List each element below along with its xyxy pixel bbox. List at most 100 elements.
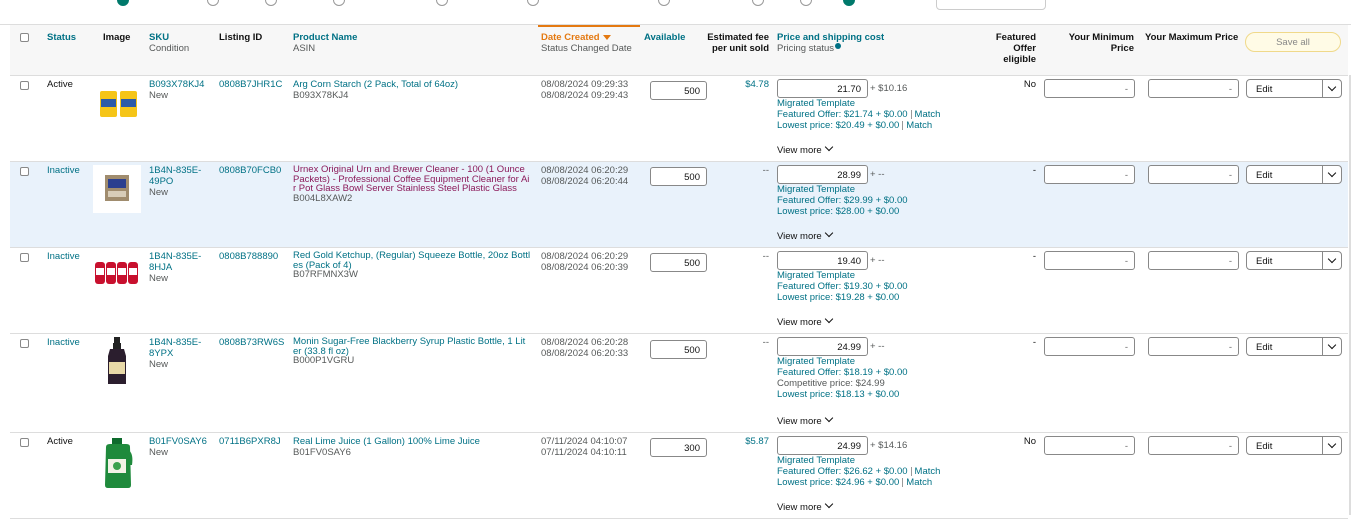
row-checkbox[interactable] <box>20 253 29 262</box>
row-status[interactable]: Inactive <box>47 251 80 262</box>
product-name-link[interactable]: Real Lime Juice (1 Gallon) 100% Lime Jui… <box>293 436 538 447</box>
info-icon[interactable] <box>835 43 842 49</box>
syrup-bottle-image[interactable] <box>97 336 137 386</box>
sku-link[interactable]: 1B4N-835E- <box>149 251 201 262</box>
sku-link-line2[interactable]: 8YPX <box>149 348 201 359</box>
filter-radio[interactable] <box>117 0 129 6</box>
status-changed-date: 08/08/2024 06:20:39 <box>541 262 629 273</box>
edit-dropdown-button[interactable]: Edit <box>1246 79 1342 98</box>
price-input[interactable]: 28.99 <box>777 165 868 184</box>
available-input[interactable]: 500 <box>650 81 707 100</box>
estimated-fee-link[interactable]: $4.78 <box>700 79 769 90</box>
row-listing-id[interactable]: 0808B73RW6S <box>219 337 284 348</box>
header-price[interactable]: Price and shipping cost Pricing status <box>777 32 884 54</box>
view-more-link[interactable]: View more <box>777 413 833 427</box>
view-more-link[interactable]: View more <box>777 228 833 242</box>
featured-offer-price: Featured Offer: $21.74 + $0.00 <box>777 109 908 120</box>
row-checkbox[interactable] <box>20 167 29 176</box>
urnex-cleaner-image[interactable] <box>93 165 141 213</box>
save-all-button[interactable]: Save all <box>1245 32 1341 52</box>
edit-dropdown-button[interactable]: Edit <box>1246 436 1342 455</box>
row-checkbox[interactable] <box>20 339 29 348</box>
select-all-checkbox[interactable] <box>20 33 29 42</box>
price-input[interactable]: 24.99 <box>777 337 868 356</box>
template-link[interactable]: Migrated Template <box>777 455 940 466</box>
chevron-down-icon[interactable] <box>1327 340 1337 350</box>
row-listing-id[interactable]: 0711B6PXR8J <box>219 436 281 447</box>
edit-dropdown-button[interactable]: Edit <box>1246 337 1342 356</box>
chevron-down-icon[interactable] <box>1327 254 1337 264</box>
row-status: Active <box>47 79 73 90</box>
match-featured-link[interactable]: Match <box>915 109 941 120</box>
product-name-link[interactable]: Arg Corn Starch (2 Pack, Total of 64oz) <box>293 79 538 90</box>
filter-radio[interactable] <box>527 0 539 6</box>
row-checkbox[interactable] <box>20 438 29 447</box>
filter-radio[interactable] <box>436 0 448 6</box>
sku-link-line2[interactable]: 49PO <box>149 176 201 187</box>
estimated-fee: -- <box>762 337 769 348</box>
header-status[interactable]: Status <box>47 32 76 43</box>
view-more-link[interactable]: View more <box>777 142 833 156</box>
edit-dropdown-button[interactable]: Edit <box>1246 251 1342 270</box>
header-date-created[interactable]: Date Created Status Changed Date <box>541 32 632 54</box>
max-price-input[interactable]: - <box>1148 251 1239 270</box>
available-input[interactable]: 300 <box>650 438 707 457</box>
view-more-link[interactable]: View more <box>777 314 833 328</box>
row-listing-id[interactable]: 0808B7JHR1C <box>219 79 282 90</box>
filter-radio[interactable] <box>658 0 670 6</box>
filter-radio[interactable] <box>265 0 277 6</box>
price-input[interactable]: 19.40 <box>777 251 868 270</box>
additional-filters-button[interactable] <box>936 0 1046 10</box>
price-input[interactable]: 24.99 <box>777 436 868 455</box>
sku-link-line2[interactable]: 8HJA <box>149 262 201 273</box>
max-price-input[interactable]: - <box>1148 79 1239 98</box>
template-link[interactable]: Migrated Template <box>777 98 940 109</box>
sku-link[interactable]: 1B4N-835E- <box>149 165 201 176</box>
match-lowest-link[interactable]: Match <box>906 120 932 131</box>
template-link[interactable]: Migrated Template <box>777 356 908 367</box>
row-condition: New <box>149 273 169 284</box>
template-link[interactable]: Migrated Template <box>777 270 908 281</box>
row-status[interactable]: Inactive <box>47 337 80 348</box>
filter-radio[interactable] <box>843 0 855 6</box>
row-listing-id[interactable]: 0808B70FCB0 <box>219 165 281 176</box>
min-price-input[interactable]: - <box>1044 251 1135 270</box>
header-sku[interactable]: SKU Condition <box>149 32 189 54</box>
ketchup-image[interactable] <box>93 254 141 294</box>
header-available[interactable]: Available <box>644 32 685 43</box>
max-price-input[interactable]: - <box>1148 436 1239 455</box>
sku-link[interactable]: B01FV0SAY6 <box>149 436 207 447</box>
filter-radio[interactable] <box>333 0 345 6</box>
row-status[interactable]: Inactive <box>47 165 80 176</box>
view-more-link[interactable]: View more <box>777 499 833 513</box>
chevron-down-icon[interactable] <box>1327 439 1337 449</box>
edit-dropdown-button[interactable]: Edit <box>1246 165 1342 184</box>
max-price-input[interactable]: - <box>1148 337 1239 356</box>
match-featured-link[interactable]: Match <box>915 466 941 477</box>
lime-juice-image[interactable] <box>98 437 138 489</box>
filter-radio[interactable] <box>207 0 219 6</box>
min-price-input[interactable]: - <box>1044 337 1135 356</box>
available-input[interactable]: 500 <box>650 340 707 359</box>
chevron-down-icon[interactable] <box>1327 168 1337 178</box>
filter-radio[interactable] <box>800 0 812 6</box>
min-price-input[interactable]: - <box>1044 79 1135 98</box>
filter-radio[interactable] <box>752 0 764 6</box>
available-input[interactable]: 500 <box>650 253 707 272</box>
min-price-input[interactable]: - <box>1044 165 1135 184</box>
header-product-name[interactable]: Product Name ASIN <box>293 32 357 54</box>
sku-link[interactable]: B093X78KJ4 <box>149 79 204 90</box>
available-input[interactable]: 500 <box>650 167 707 186</box>
min-price-input[interactable]: - <box>1044 436 1135 455</box>
row-listing-id[interactable]: 0808B788890 <box>219 251 278 262</box>
price-input[interactable]: 21.70 <box>777 79 868 98</box>
match-lowest-link[interactable]: Match <box>906 477 932 488</box>
corn-starch-image[interactable] <box>96 85 144 125</box>
sku-link[interactable]: 1B4N-835E- <box>149 337 201 348</box>
max-price-input[interactable]: - <box>1148 165 1239 184</box>
chevron-down-icon[interactable] <box>1327 82 1337 92</box>
estimated-fee-link[interactable]: $5.87 <box>700 436 769 447</box>
header-image: Image <box>103 32 131 43</box>
template-link[interactable]: Migrated Template <box>777 184 908 195</box>
row-checkbox[interactable] <box>20 81 29 90</box>
